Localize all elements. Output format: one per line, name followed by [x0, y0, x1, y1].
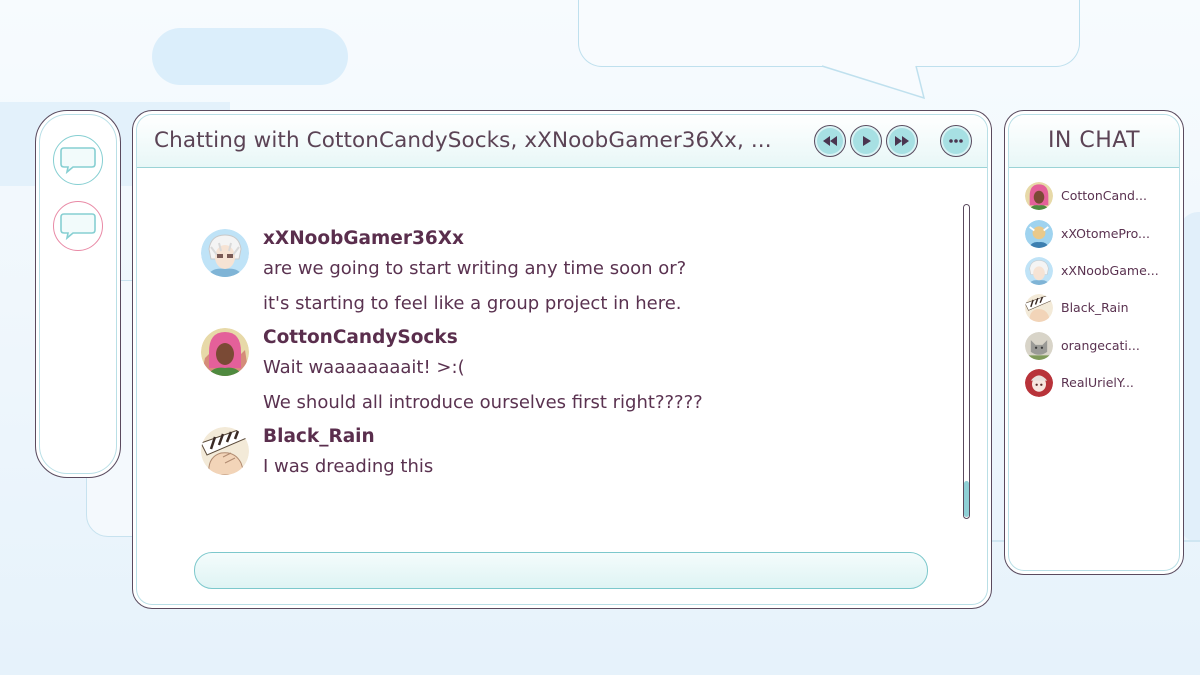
message-username[interactable]: Black_Rain [263, 426, 375, 447]
member-avatar [1025, 369, 1053, 397]
chat-title: Chatting with CottonCandySocks, xXNoobGa… [154, 128, 772, 153]
member-item[interactable]: Black_Rain [1025, 294, 1175, 322]
avatar-cottoncandysocks [201, 328, 249, 376]
member-avatar [1025, 294, 1053, 322]
fast-forward-icon [895, 136, 909, 146]
message-username[interactable]: CottonCandySocks [263, 327, 458, 348]
member-name: xXOtomePro... [1061, 226, 1150, 241]
chat-window: Chatting with CottonCandySocks, xXNoobGa… [132, 110, 992, 609]
member-name: orangecati... [1061, 338, 1140, 353]
left-toolbar [35, 110, 121, 478]
member-avatar [1025, 182, 1053, 210]
member-name: RealUrielY... [1061, 375, 1134, 390]
message-scrollbar[interactable] [963, 204, 970, 519]
message-text: it's starting to feel like a group proje… [263, 293, 682, 314]
member-name: xXNoobGame... [1061, 263, 1159, 278]
more-options-button[interactable] [940, 125, 972, 157]
member-name: Black_Rain [1061, 300, 1129, 315]
message-input[interactable] [194, 552, 928, 589]
message-username[interactable]: xXNoobGamer36Xx [263, 228, 464, 249]
chat-bubble-button-pink[interactable] [53, 201, 103, 251]
rewind-button[interactable] [814, 125, 846, 157]
message-text: Wait waaaaaaaait! >:( [263, 357, 465, 378]
message-text: are we going to start writing any time s… [263, 258, 687, 279]
message-text: We should all introduce ourselves first … [263, 392, 703, 413]
chat-bubble-icon [60, 213, 96, 241]
background-blob [152, 28, 348, 85]
fast-forward-button[interactable] [886, 125, 918, 157]
background-speech-bubble [578, 0, 1080, 67]
avatar-black-rain [201, 427, 249, 475]
scrollbar-thumb[interactable] [964, 481, 969, 517]
member-item[interactable]: xXOtomePro... [1025, 220, 1175, 248]
in-chat-header: IN CHAT [1009, 115, 1179, 168]
member-item[interactable]: CottonCand... [1025, 182, 1175, 210]
member-avatar [1025, 257, 1053, 285]
play-icon [863, 136, 871, 146]
message-text: I was dreading this [263, 456, 434, 477]
rewind-icon [823, 136, 837, 146]
member-avatar [1025, 332, 1053, 360]
avatar-xxnoobgamer36xx [201, 229, 249, 277]
speech-bubble-tail [821, 65, 926, 100]
chat-bubble-icon [60, 147, 96, 175]
play-button[interactable] [850, 125, 882, 157]
member-item[interactable]: RealUrielY... [1025, 369, 1175, 397]
in-chat-panel: IN CHAT CottonCand... xXOtomePro... xXNo… [1004, 110, 1184, 575]
member-item[interactable]: orangecati... [1025, 332, 1175, 360]
chat-header: Chatting with CottonCandySocks, xXNoobGa… [137, 115, 987, 168]
member-name: CottonCand... [1061, 188, 1147, 203]
member-item[interactable]: xXNoobGame... [1025, 257, 1175, 285]
in-chat-title: IN CHAT [1047, 128, 1141, 153]
member-avatar [1025, 220, 1053, 248]
more-icon [949, 139, 963, 143]
chat-bubble-button-teal[interactable] [53, 135, 103, 185]
